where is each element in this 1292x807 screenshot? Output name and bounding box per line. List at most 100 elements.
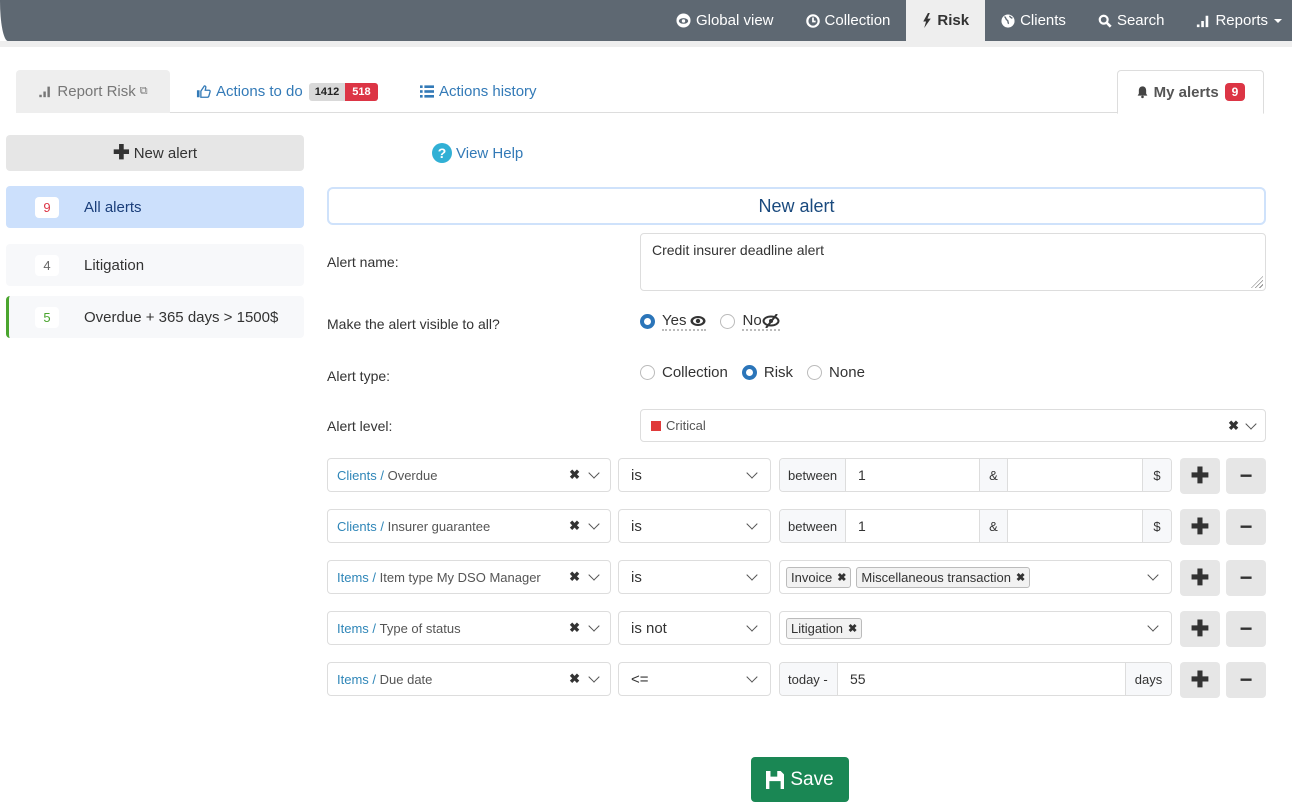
operator-select[interactable]: is bbox=[618, 458, 771, 492]
range-to-input[interactable] bbox=[1008, 459, 1142, 491]
tab-report-risk[interactable]: Report Risk ⧉ bbox=[16, 70, 170, 113]
tab-actions-history[interactable]: Actions history bbox=[420, 70, 537, 113]
chevron-down-icon[interactable] bbox=[588, 620, 600, 632]
chevron-down-icon[interactable] bbox=[588, 518, 600, 530]
save-label: Save bbox=[790, 768, 834, 790]
range-from-input[interactable]: 1 bbox=[846, 459, 980, 491]
sidebar-item-label: Overdue + 365 days > 1500$ bbox=[84, 308, 279, 326]
remove-tag-icon[interactable]: ✖ bbox=[837, 571, 846, 584]
plus-icon: ✚ bbox=[1190, 616, 1210, 641]
remove-criteria-button[interactable]: − bbox=[1226, 611, 1266, 647]
navbar-strip bbox=[0, 41, 1292, 47]
operator-select[interactable]: is bbox=[618, 560, 771, 594]
tag-label: Miscellaneous transaction bbox=[861, 569, 1011, 585]
view-help-link[interactable]: ? View Help bbox=[432, 143, 523, 163]
operator-select[interactable]: is bbox=[618, 509, 771, 543]
days-input[interactable]: 55 bbox=[838, 663, 1125, 695]
add-criteria-button[interactable]: ✚ bbox=[1180, 560, 1220, 596]
type-risk-radio[interactable]: Risk bbox=[741, 364, 794, 381]
chevron-down-icon[interactable] bbox=[1147, 569, 1159, 581]
field-select[interactable]: Clients / Overdue ✖ bbox=[327, 458, 611, 492]
remove-criteria-button[interactable]: − bbox=[1226, 662, 1266, 698]
nav-label: Risk bbox=[937, 12, 970, 29]
clear-icon[interactable]: ✖ bbox=[569, 620, 580, 636]
range-to-input[interactable] bbox=[1008, 510, 1142, 542]
field-select[interactable]: Items / Due date ✖ bbox=[327, 662, 611, 696]
tab-actions-to-do[interactable]: Actions to do 1412 518 bbox=[196, 70, 378, 113]
tag-chip: Litigation ✖ bbox=[786, 617, 863, 639]
alert-level-select[interactable]: Critical ✖ bbox=[640, 409, 1266, 442]
operator-select[interactable]: is not bbox=[618, 611, 771, 645]
nav-risk[interactable]: Risk bbox=[906, 0, 986, 41]
nav-search[interactable]: Search bbox=[1082, 0, 1181, 41]
minus-icon: − bbox=[1239, 667, 1253, 692]
clear-icon[interactable]: ✖ bbox=[569, 467, 580, 483]
radio-selected bbox=[741, 365, 757, 380]
tag-chip: Invoice ✖ bbox=[786, 566, 852, 588]
value-multiselect[interactable]: Invoice ✖ Miscellaneous transaction ✖ bbox=[779, 560, 1172, 594]
new-alert-button[interactable]: ✚ New alert bbox=[6, 135, 304, 171]
add-criteria-button[interactable]: ✚ bbox=[1180, 662, 1220, 698]
range-suffix: $ bbox=[1142, 510, 1171, 542]
chevron-down-icon bbox=[746, 620, 758, 632]
criteria-row: Clients / Insurer guarantee ✖ is between… bbox=[327, 509, 1266, 545]
type-none-radio[interactable]: None bbox=[807, 364, 865, 381]
chevron-down-icon[interactable] bbox=[588, 671, 600, 683]
radio-label: Risk bbox=[763, 364, 794, 381]
value-multiselect[interactable]: Litigation ✖ bbox=[779, 611, 1172, 645]
list-icon bbox=[420, 85, 434, 98]
radio-selected bbox=[640, 314, 655, 329]
add-criteria-button[interactable]: ✚ bbox=[1180, 458, 1220, 494]
chevron-down-icon[interactable] bbox=[1147, 620, 1159, 632]
range-from-input[interactable]: 1 bbox=[846, 510, 980, 542]
visible-no-radio[interactable]: No bbox=[720, 312, 780, 331]
tab-my-alerts[interactable]: My alerts 9 bbox=[1117, 70, 1264, 114]
field-select[interactable]: Items / Item type My DSO Manager ✖ bbox=[327, 560, 611, 594]
tab-label: Report Risk bbox=[57, 83, 136, 100]
add-criteria-button[interactable]: ✚ bbox=[1180, 611, 1220, 647]
thumbs-up-icon bbox=[196, 84, 211, 99]
field-name: Type of status bbox=[379, 620, 461, 636]
help-label: View Help bbox=[456, 144, 524, 162]
minus-icon: − bbox=[1239, 565, 1253, 590]
field-select[interactable]: Clients / Insurer guarantee ✖ bbox=[327, 509, 611, 543]
sidebar-item-all-alerts[interactable]: 9 All alerts bbox=[6, 186, 304, 228]
type-collection-radio[interactable]: Collection bbox=[640, 364, 728, 381]
visible-yes-radio[interactable]: Yes bbox=[640, 312, 707, 331]
add-criteria-button[interactable]: ✚ bbox=[1180, 509, 1220, 545]
field-select[interactable]: Items / Type of status ✖ bbox=[327, 611, 611, 645]
nav-reports[interactable]: Reports bbox=[1180, 0, 1292, 41]
nav-global-view[interactable]: Global view bbox=[660, 0, 790, 41]
visible-yes-text: Yes bbox=[662, 312, 707, 331]
remove-criteria-button[interactable]: − bbox=[1226, 458, 1266, 494]
remove-tag-icon[interactable]: ✖ bbox=[848, 622, 857, 635]
panel-title: New alert bbox=[327, 187, 1266, 225]
clear-icon[interactable]: ✖ bbox=[569, 671, 580, 687]
range-prefix: between bbox=[780, 510, 846, 542]
clear-icon[interactable]: ✖ bbox=[1228, 418, 1239, 434]
clear-icon[interactable]: ✖ bbox=[569, 569, 580, 585]
clear-icon[interactable]: ✖ bbox=[569, 518, 580, 534]
chevron-down-icon[interactable] bbox=[588, 569, 600, 581]
main-nav: Global view Collection Risk Clients Sear… bbox=[660, 0, 1292, 41]
alert-name-field[interactable]: Credit insurer deadline alert bbox=[640, 233, 1266, 291]
operator-select[interactable]: <= bbox=[618, 662, 771, 696]
remove-criteria-button[interactable]: − bbox=[1226, 560, 1266, 596]
save-button[interactable]: Save bbox=[751, 757, 849, 802]
plus-icon: ✚ bbox=[1190, 667, 1210, 692]
remove-tag-icon[interactable]: ✖ bbox=[1016, 571, 1025, 584]
range-separator: & bbox=[980, 510, 1008, 542]
tab-label: Actions history bbox=[439, 83, 537, 100]
tag-label: Invoice bbox=[791, 569, 833, 585]
chevron-down-icon[interactable] bbox=[1245, 417, 1257, 430]
nav-clients[interactable]: Clients bbox=[985, 0, 1082, 41]
nav-collection[interactable]: Collection bbox=[790, 0, 907, 41]
actions-badge: 1412 518 bbox=[308, 82, 378, 101]
sidebar-item-litigation[interactable]: 4 Litigation bbox=[6, 244, 304, 286]
alert-type-label: Alert type: bbox=[327, 368, 391, 384]
resize-handle[interactable] bbox=[1251, 276, 1263, 288]
alert-name-label: Alert name: bbox=[327, 254, 399, 270]
remove-criteria-button[interactable]: − bbox=[1226, 509, 1266, 545]
sidebar-item-overdue[interactable]: 5 Overdue + 365 days > 1500$ bbox=[6, 296, 304, 338]
chevron-down-icon[interactable] bbox=[588, 467, 600, 479]
